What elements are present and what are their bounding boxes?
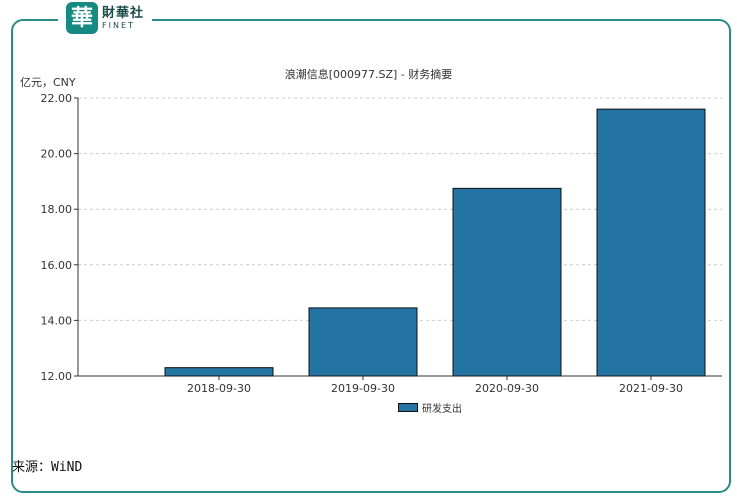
legend-swatch xyxy=(398,403,418,412)
bar-2019-09-30 xyxy=(308,307,418,377)
bar-2018-09-30 xyxy=(164,367,274,377)
y-tick-label: 22.00 xyxy=(41,92,73,105)
bar-chart: 12.00 14.00 16.00 18.00 20.00 22.00 2018-09-30… xyxy=(41,92,722,395)
x-tick-label: 2020-09-30 xyxy=(475,382,539,395)
y-tick-label: 14.00 xyxy=(41,314,73,327)
y-tick-label: 20.00 xyxy=(41,148,73,161)
x-tick-label: 2019-09-30 xyxy=(331,382,395,395)
y-tick-label: 16.00 xyxy=(41,259,73,272)
x-tick-label: 2021-09-30 xyxy=(619,382,683,395)
bar-2020-09-30 xyxy=(452,187,562,377)
y-tick-label: 12.00 xyxy=(41,370,73,383)
bar-2021-09-30 xyxy=(596,108,706,377)
chart-legend: 研发支出 xyxy=(398,400,462,415)
source-note: 来源：WiND xyxy=(12,460,83,475)
y-tick-label: 18.00 xyxy=(41,203,73,216)
legend-label: 研发支出 xyxy=(422,404,462,415)
x-tick-label: 2018-09-30 xyxy=(187,382,251,395)
